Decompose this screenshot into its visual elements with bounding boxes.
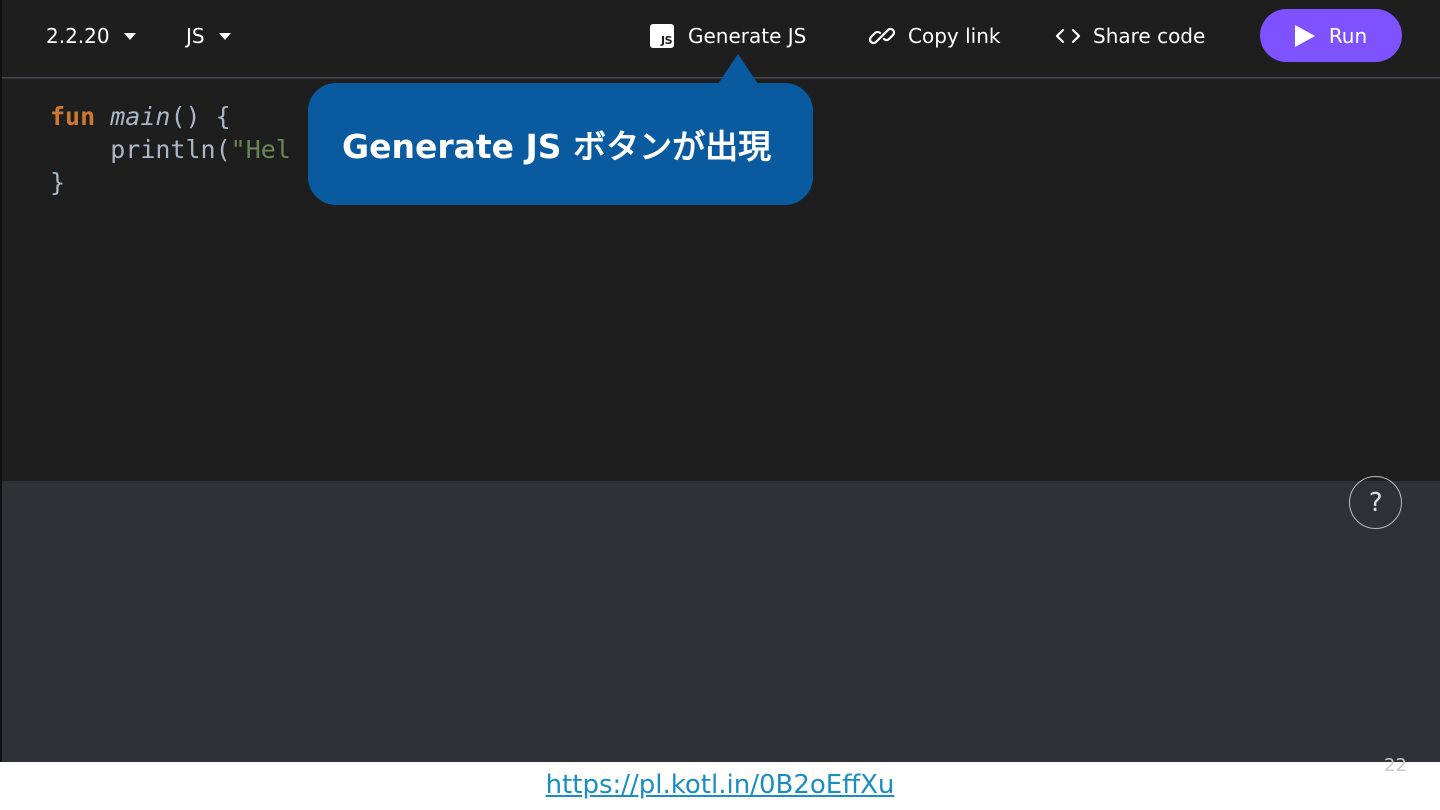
code-line-3: } xyxy=(50,168,66,197)
version-label: 2.2.20 xyxy=(46,24,110,48)
chevron-down-icon xyxy=(123,32,136,40)
help-button[interactable]: ? xyxy=(1349,476,1402,529)
generate-js-label: Generate JS xyxy=(688,24,807,48)
footer-link[interactable]: https://pl.kotl.in/0B2oEffXu xyxy=(0,770,1440,800)
copy-link-label: Copy link xyxy=(908,24,1001,48)
run-button[interactable]: Run xyxy=(1260,9,1402,62)
run-label: Run xyxy=(1328,23,1368,48)
code-call: println( xyxy=(110,135,231,164)
code-punct: () { xyxy=(170,102,231,131)
annotation-callout: Generate JS ボタンが出現 xyxy=(308,83,813,205)
link-icon xyxy=(868,25,896,47)
share-code-button[interactable]: Share code xyxy=(1055,0,1205,72)
js-icon-text: JS xyxy=(660,34,673,47)
function-name: main xyxy=(110,102,171,131)
copy-link-button[interactable]: Copy link xyxy=(868,0,1000,72)
js-icon: JS xyxy=(650,24,674,48)
chevron-down-icon xyxy=(218,32,231,40)
code-line-2: println("Hel xyxy=(50,134,291,166)
callout-text: Generate JS ボタンが出現 xyxy=(342,127,772,166)
callout-pointer xyxy=(718,54,758,84)
code-brackets-icon xyxy=(1055,26,1081,46)
target-label: JS xyxy=(186,24,205,48)
code-line-1: fun main() { xyxy=(50,101,231,133)
code-string: "Hel xyxy=(230,135,291,164)
play-icon xyxy=(1294,24,1315,47)
keyword-fun: fun xyxy=(50,102,96,131)
target-selector[interactable]: JS xyxy=(186,0,231,72)
share-code-label: Share code xyxy=(1093,24,1206,48)
version-selector[interactable]: 2.2.20 xyxy=(46,0,136,72)
